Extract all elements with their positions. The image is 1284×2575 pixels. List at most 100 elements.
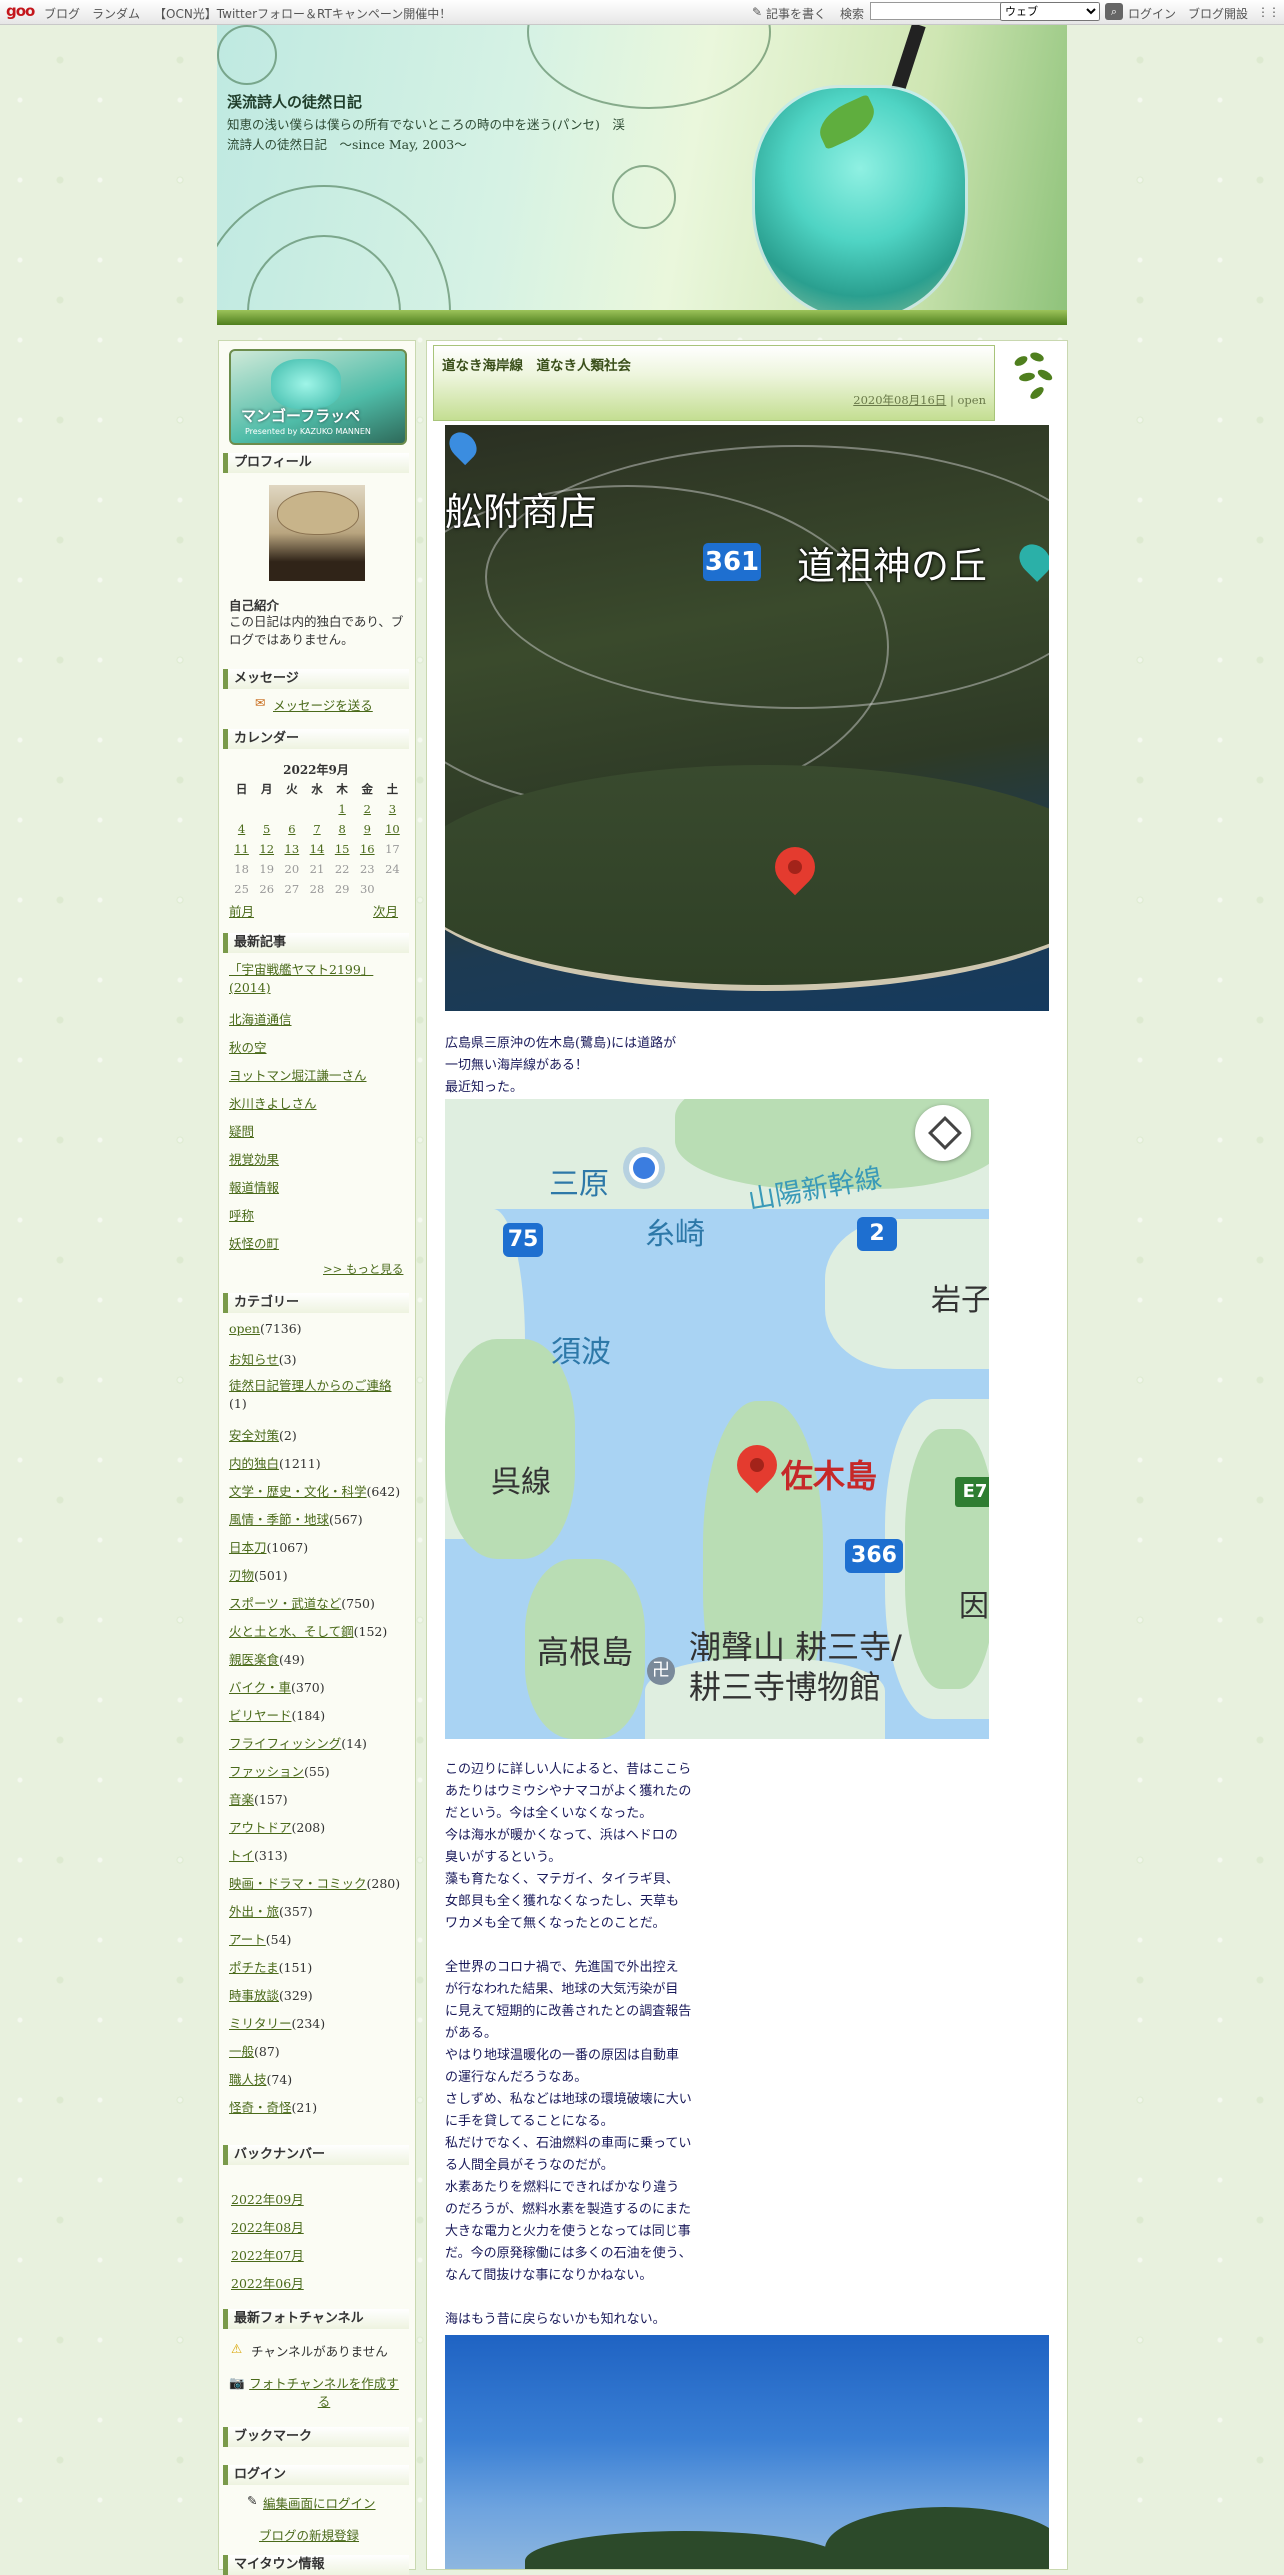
category-link[interactable]: 音楽 (229, 1792, 254, 1807)
category-link[interactable]: バイク・車 (229, 1680, 291, 1695)
category-link[interactable]: 刃物 (229, 1568, 254, 1583)
calendar-day: 23 (359, 862, 375, 876)
category-link[interactable]: 時事放談 (229, 1988, 279, 2003)
sidebar-banner[interactable]: マンゴーフラッペ Presented by KAZUKO MANNEN (229, 349, 407, 445)
open-blog-link[interactable]: ブログ開設 (1188, 5, 1248, 22)
topbar-link-campaign[interactable]: 【OCN光】Twitterフォロー＆RTキャンペーン開催中！ (154, 5, 451, 22)
post-title[interactable]: 道なき海岸線 道なき人類社会 (442, 354, 631, 374)
calendar-day-link[interactable]: 8 (330, 819, 355, 839)
goo-logo[interactable]: goo (6, 2, 35, 20)
recent-item[interactable]: 呼称 (229, 1205, 254, 1224)
category-link[interactable]: 映画・ドラマ・コミック (229, 1876, 367, 1891)
category-link[interactable]: 外出・旅 (229, 1904, 279, 1919)
category-link[interactable]: ミリタリー (229, 2016, 292, 2031)
category-count: (49) (279, 1652, 305, 1667)
calendar-day-link[interactable]: 1 (330, 799, 355, 819)
calendar-day-link[interactable]: 15 (330, 839, 355, 859)
calendar-next-link[interactable]: 次月 (373, 901, 398, 920)
send-message-link[interactable]: メッセージを送る (273, 695, 373, 714)
calendar-day: 25 (234, 882, 249, 896)
category-link[interactable]: ポチたま (229, 1960, 279, 1975)
edit-login-link[interactable]: 編集画面にログイン (263, 2493, 376, 2512)
category-link[interactable]: トイ (229, 1848, 254, 1863)
calendar-day-link[interactable]: 4 (229, 819, 254, 839)
category-link[interactable]: 火と土と水、そして鋼 (229, 1624, 354, 1639)
category-item: お知らせ(3) (229, 1349, 296, 1368)
category-link[interactable]: アウトドア (229, 1820, 292, 1835)
layers-button-icon[interactable] (915, 1105, 971, 1161)
topbar-link-random[interactable]: ランダム (92, 5, 140, 22)
calendar-day-link[interactable]: 2 (355, 799, 380, 819)
category-count: (151) (278, 1960, 313, 1975)
login-link[interactable]: ログイン (1128, 5, 1176, 22)
weekday-header: 水 (311, 782, 323, 796)
backnumber-link[interactable]: 2022年08月 (231, 2217, 304, 2236)
recent-item[interactable]: 「宇宙戦艦ヤマト2199」(2014) (229, 961, 405, 997)
recent-item[interactable]: 疑問 (229, 1121, 254, 1140)
search-input[interactable] (870, 2, 1002, 20)
search-icon[interactable]: ⌕ (1105, 3, 1123, 20)
calendar-day-link[interactable]: 14 (304, 839, 329, 859)
calendar-day-link[interactable]: 6 (279, 819, 304, 839)
category-link[interactable]: 怪奇・奇怪 (229, 2100, 292, 2115)
search-scope-select[interactable]: ウェブ (1000, 2, 1100, 21)
backnumber-link[interactable]: 2022年09月 (231, 2189, 304, 2208)
category-item: 怪奇・奇怪(21) (229, 2097, 317, 2116)
category-link[interactable]: 徒然日記管理人からのご連絡 (229, 1378, 392, 1393)
calendar-day (304, 799, 329, 819)
calendar-day-link[interactable]: 9 (355, 819, 380, 839)
register-blog-link[interactable]: ブログの新規登録 (259, 2525, 359, 2544)
grid-menu-icon[interactable]: ⋮⋮ (1257, 5, 1280, 19)
satellite-map-image[interactable]: 舩附商店 361 道祖神の丘 (445, 425, 1049, 1011)
calendar-day-link[interactable]: 10 (380, 819, 405, 839)
category-link[interactable]: フライフィッシング (229, 1736, 341, 1751)
calendar-day-link[interactable]: 12 (254, 839, 279, 859)
main-content: 道なき海岸線 道なき人類社会 2020年08月16日 | open 舩附商店 3… (426, 340, 1068, 2570)
search-label: 検索 (840, 7, 865, 21)
recent-item[interactable]: 氷川きよしさん (229, 1093, 317, 1112)
category-link[interactable]: 風情・季節・地球 (229, 1512, 329, 1527)
recent-item[interactable]: 秋の空 (229, 1037, 267, 1056)
blog-title[interactable]: 渓流詩人の徒然日記 (227, 91, 362, 112)
category-count: (74) (266, 2072, 293, 2087)
calendar-day-link[interactable]: 3 (380, 799, 405, 819)
post-category-link[interactable]: open (958, 393, 987, 407)
backnumber-link[interactable]: 2022年07月 (231, 2245, 304, 2264)
post-date[interactable]: 2020年08月16日 (853, 393, 946, 407)
category-link[interactable]: 安全対策 (229, 1428, 279, 1443)
backnumber-link[interactable]: 2022年06月 (231, 2273, 304, 2292)
recent-item[interactable]: ヨットマン堀江謙一さん (229, 1065, 367, 1084)
category-link[interactable]: 一般 (229, 2044, 254, 2059)
category-link[interactable]: 日本刀 (229, 1540, 267, 1555)
category-link[interactable]: ファッション (229, 1764, 304, 1779)
calendar-day-link[interactable]: 13 (279, 839, 304, 859)
calendar-day-link[interactable]: 16 (355, 839, 380, 859)
recent-item[interactable]: 視覚効果 (229, 1149, 279, 1168)
category-link[interactable]: アート (229, 1932, 266, 1947)
write-article-link[interactable]: 記事を書く (766, 5, 826, 22)
recent-item[interactable]: 妖怪の町 (229, 1233, 279, 1252)
category-link[interactable]: 親医楽食 (229, 1652, 279, 1667)
warning-icon: ⚠ (231, 2341, 243, 2356)
post-paragraph-2: この辺りに詳しい人によると、昔はここら あたりはウミウシやナマコがよく獲れたの … (445, 1762, 692, 2283)
sea-photo-image[interactable] (445, 2335, 1049, 2569)
calendar-day-link[interactable]: 5 (254, 819, 279, 839)
category-link[interactable]: 内的独白 (229, 1456, 279, 1471)
category-link[interactable]: お知らせ (229, 1352, 279, 1367)
category-link[interactable]: ビリヤード (229, 1708, 292, 1723)
category-link[interactable]: 文学・歴史・文化・科学 (229, 1484, 367, 1499)
calendar-day: 20 (284, 862, 300, 876)
category-count: (357) (279, 1904, 313, 1919)
topbar-link-blog[interactable]: ブログ (44, 5, 80, 22)
calendar-day-link[interactable]: 11 (229, 839, 254, 859)
category-link[interactable]: open (229, 1321, 260, 1336)
recent-item[interactable]: 北海道通信 (229, 1009, 292, 1028)
calendar-day-link[interactable]: 7 (304, 819, 329, 839)
calendar-prev-link[interactable]: 前月 (229, 901, 254, 920)
road-map-image[interactable]: 山陽新幹線 三原 糸崎 75 2 岩子 須波 呉線 佐木島 E7 366 因 高… (445, 1099, 989, 1739)
recent-more-link[interactable]: >> もっと見る (323, 1261, 403, 1277)
recent-item[interactable]: 報道情報 (229, 1177, 279, 1196)
create-photo-channel-link[interactable]: フォトチャンネルを作成する (249, 2375, 399, 2411)
category-link[interactable]: 職人技 (229, 2072, 267, 2087)
category-link[interactable]: スポーツ・武道など (229, 1596, 341, 1611)
